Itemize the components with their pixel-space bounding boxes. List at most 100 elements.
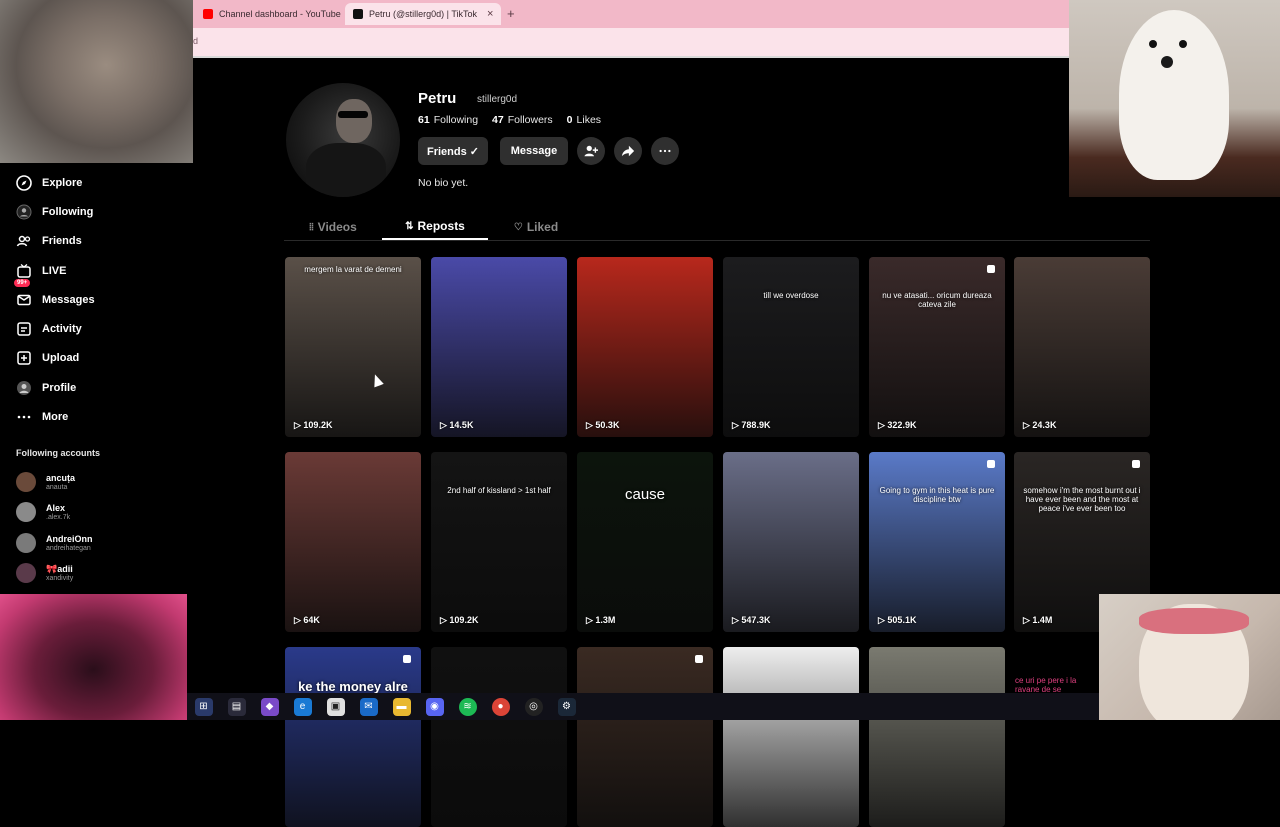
avatar bbox=[16, 563, 36, 583]
video-tile[interactable]: ▷ 547.3K bbox=[723, 452, 859, 632]
ellipsis-icon bbox=[659, 149, 671, 153]
video-caption: mergem la varat de demeni bbox=[304, 265, 402, 274]
video-tile[interactable]: nu ve atasati... oricum dureaza cateva z… bbox=[869, 257, 1005, 437]
windows-icon[interactable]: ⊞ bbox=[194, 697, 213, 716]
tab-youtube[interactable]: Channel dashboard - YouTube × bbox=[195, 3, 365, 25]
likes-stat: 0 Likes bbox=[566, 114, 602, 126]
view-count: ▷ 109.2K bbox=[294, 420, 333, 430]
following-account-item[interactable]: Alex .alex.7k bbox=[16, 502, 70, 522]
profile-avatar[interactable] bbox=[286, 83, 400, 197]
address-bar[interactable]: d bbox=[193, 28, 1069, 56]
tab-videos[interactable]: ⦙⦙ Videos bbox=[284, 214, 382, 240]
tab-liked[interactable]: ♡ Liked bbox=[488, 214, 584, 240]
compass-icon bbox=[14, 173, 34, 193]
copilot-icon[interactable]: ◆ bbox=[260, 697, 279, 716]
video-caption: ke the money alre bbox=[298, 679, 408, 694]
view-count: ▷ 322.9K bbox=[878, 420, 917, 430]
following-icon bbox=[14, 202, 34, 222]
discord-icon[interactable]: ◉ bbox=[425, 697, 444, 716]
video-tile[interactable]: 2nd half of kissland > 1st half ▷ 109.2K bbox=[431, 452, 567, 632]
sidebar-item-activity[interactable]: Activity bbox=[14, 314, 184, 343]
obs-icon[interactable]: ◎ bbox=[524, 697, 543, 716]
edge-icon[interactable]: e bbox=[293, 697, 312, 716]
video-tile[interactable]: ke the money alre bbox=[285, 647, 421, 827]
view-count: ▷ 14.5K bbox=[440, 420, 474, 430]
mail-icon[interactable]: ✉ bbox=[359, 697, 378, 716]
video-tile[interactable]: cause ▷ 1.3M bbox=[577, 452, 713, 632]
taskbar: ⊞ ▤ ◆ e ▣ ✉ ▬ ◉ ≋ ● ◎ ⚙ bbox=[187, 693, 1099, 720]
view-count: ▷ 24.3K bbox=[1023, 420, 1057, 430]
following-account-item[interactable]: 🎀adii xandivity bbox=[16, 563, 73, 583]
video-tile[interactable]: Going to gym in this heat is pure discip… bbox=[869, 452, 1005, 632]
video-caption: nu ve atasati... oricum dureaza cateva z… bbox=[882, 291, 992, 309]
webcam-squirrel bbox=[0, 0, 193, 163]
profile-username: stillerg0d bbox=[477, 94, 518, 105]
multi-image-icon bbox=[403, 655, 411, 663]
video-tile[interactable] bbox=[431, 647, 567, 827]
video-tile[interactable] bbox=[869, 647, 1005, 827]
browser-tabbar: Channel dashboard - YouTube × Petru (@st… bbox=[193, 0, 1069, 28]
avatar bbox=[16, 472, 36, 492]
video-tile[interactable]: mergem la varat de demeni ▷ 109.2K bbox=[285, 257, 421, 437]
close-icon[interactable]: × bbox=[487, 8, 493, 20]
view-count: ▷ 64K bbox=[294, 615, 320, 625]
sidebar-item-profile[interactable]: Profile bbox=[14, 373, 184, 402]
video-tile[interactable]: till we overdose ▷ 788.9K bbox=[723, 257, 859, 437]
profile-name: Petru bbox=[418, 90, 457, 107]
friends-button[interactable]: Friends ✓ bbox=[418, 137, 488, 165]
video-caption: somehow i'm the most burnt out i have ev… bbox=[1023, 486, 1141, 513]
profile-bio: No bio yet. bbox=[418, 177, 469, 189]
youtube-icon bbox=[203, 9, 213, 19]
following-account-item[interactable]: ancuța anauta bbox=[16, 472, 75, 492]
steam-icon[interactable]: ⚙ bbox=[557, 697, 576, 716]
more-options-button[interactable] bbox=[651, 137, 679, 165]
following-stat[interactable]: 61 Following bbox=[418, 114, 478, 126]
sidebar-item-live[interactable]: LIVE bbox=[14, 256, 184, 285]
view-count: ▷ 547.3K bbox=[732, 615, 771, 625]
url-text: d bbox=[193, 36, 199, 46]
view-count: ▷ 50.3K bbox=[586, 420, 620, 430]
chrome-icon[interactable]: ● bbox=[491, 697, 510, 716]
add-user-icon bbox=[584, 145, 598, 157]
share-icon bbox=[621, 145, 635, 157]
new-tab-button[interactable]: + bbox=[507, 6, 515, 21]
video-tile[interactable]: ▷ 50.3K bbox=[577, 257, 713, 437]
tiktok-icon bbox=[353, 9, 363, 19]
multi-image-icon bbox=[987, 265, 995, 273]
video-tile[interactable]: ▷ 64K bbox=[285, 452, 421, 632]
add-friend-button[interactable] bbox=[577, 137, 605, 165]
taskview-icon[interactable]: ▤ bbox=[227, 697, 246, 716]
video-tile[interactable]: ▷ 24.3K bbox=[1014, 257, 1150, 437]
store-icon[interactable]: ▣ bbox=[326, 697, 345, 716]
play-icon: ▷ bbox=[294, 420, 304, 430]
spotify-icon[interactable]: ≋ bbox=[458, 697, 477, 716]
message-button[interactable]: Message bbox=[500, 137, 568, 165]
profile-icon bbox=[14, 378, 34, 398]
sidebar-item-friends[interactable]: Friends bbox=[14, 227, 184, 256]
play-icon: ▷ bbox=[732, 420, 742, 430]
sidebar-item-explore[interactable]: Explore bbox=[14, 168, 184, 197]
play-icon: ▷ bbox=[586, 420, 596, 430]
toolbar-divider bbox=[193, 56, 1069, 58]
webcam-dog-2 bbox=[1099, 594, 1280, 720]
video-tile[interactable] bbox=[723, 647, 859, 827]
grid-icon: ⦙⦙ bbox=[309, 221, 314, 233]
tab-reposts[interactable]: ⇅ Reposts bbox=[382, 214, 488, 240]
sidebar-item-following[interactable]: Following bbox=[14, 197, 184, 226]
messages-icon bbox=[14, 290, 34, 310]
following-account-item[interactable]: AndreiOnn andreihategan bbox=[16, 533, 93, 553]
view-count: ▷ 109.2K bbox=[440, 615, 479, 625]
view-count: ▷ 505.1K bbox=[878, 615, 917, 625]
followers-stat[interactable]: 47 Followers bbox=[492, 114, 553, 126]
webcam-dog bbox=[1069, 0, 1280, 197]
video-tile[interactable]: ▷ 14.5K bbox=[431, 257, 567, 437]
files-icon[interactable]: ▬ bbox=[392, 697, 411, 716]
tab-tiktok[interactable]: Petru (@stillerg0d) | TikTok × bbox=[345, 3, 502, 25]
video-caption: 2nd half of kissland > 1st half bbox=[447, 486, 551, 495]
video-tile[interactable] bbox=[577, 647, 713, 827]
video-caption: Going to gym in this heat is pure discip… bbox=[879, 486, 995, 504]
share-button[interactable] bbox=[614, 137, 642, 165]
sidebar-item-messages[interactable]: 99+ Messages bbox=[14, 279, 184, 314]
sidebar-item-upload[interactable]: Upload bbox=[14, 344, 184, 373]
sidebar-item-more[interactable]: More bbox=[14, 402, 184, 431]
